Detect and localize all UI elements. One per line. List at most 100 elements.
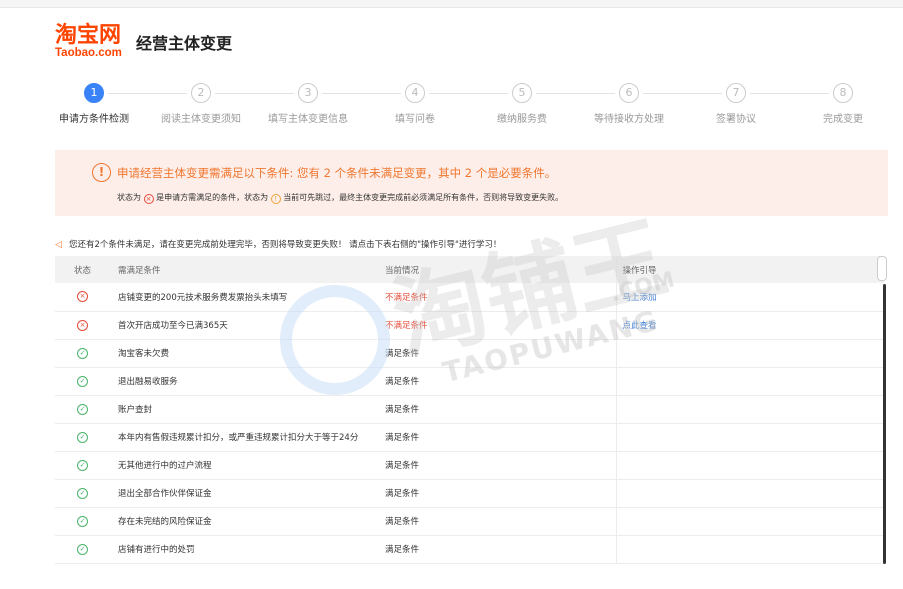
guide-cell: 马上添加 [616,283,884,312]
condition-cell: 账户查封 [110,395,379,424]
guide-cell [616,367,884,396]
step-7: 7 签署协议 [686,83,786,125]
condition-cell: 首次开店成功至今已满365天 [110,311,379,340]
table-row: × 首次开店成功至今已满365天 不满足条件 点此查看 [55,311,884,340]
table-row: ✓ 退出融易收服务 满足条件 [55,367,884,396]
status-cell: × [55,283,110,312]
alert-sub-b: 是申请方需满足的条件，状态为 [156,193,269,202]
check-icon: ✓ [77,487,88,499]
step-number: 4 [405,83,425,103]
current-cell: 不满足条件 [379,311,617,340]
scrollbar-top-button[interactable] [877,256,887,281]
guide-link[interactable]: 点此查看 [623,321,657,331]
header-guide: 操作引导 [616,256,884,283]
alert-sub-c: 当前可先跳过，最终主体变更完成前必须满足所有条件，否则将导致变更失败。 [283,193,564,202]
step-number: 7 [726,83,746,103]
current-cell: 满足条件 [379,367,617,396]
step-number: 2 [191,83,211,103]
current-cell: 满足条件 [379,507,617,536]
check-icon: ✓ [77,431,88,443]
progress-steps: 1 申请方条件检测 2 阅读主体变更须知 3 填写主体变更信息 4 填写问卷 5 缴纳服务费 6 等待… [55,83,888,125]
current-cell: 满足条件 [379,339,617,368]
fail-status-icon: × [143,194,154,204]
step-1: 1 申请方条件检测 [44,83,144,125]
current-cell: 满足条件 [379,423,617,452]
header-current: 当前情况 [379,256,617,283]
step-label: 缴纳服务费 [497,114,547,125]
table-scrollbar[interactable] [876,256,888,565]
step-3: 3 填写主体变更信息 [258,83,358,125]
page-title: 经营主体变更 [136,34,233,53]
guide-cell [616,479,884,508]
condition-cell: 店铺有进行中的处罚 [110,535,379,564]
status-cell: ✓ [55,535,110,564]
check-icon: ✓ [77,375,88,387]
step-number: 1 [84,83,104,103]
guide-cell [616,395,884,424]
current-cell: 满足条件 [379,451,617,480]
check-icon: ✓ [77,543,88,555]
table-header-row: 状态 需满足条件 当前情况 操作引导 [55,256,884,283]
table-row: × 店铺变更的200元技术服务费发票抬头未填写 不满足条件 马上添加 [55,283,884,312]
condition-alert: ! 申请经营主体变更需满足以下条件: 您有 2 个条件未满足变更，其中 2 个是… [55,150,888,216]
status-cell: ✓ [55,367,110,396]
step-label: 等待接收方处理 [594,114,664,125]
current-cell: 不满足条件 [379,283,617,312]
step-2: 2 阅读主体变更须知 [151,83,251,125]
step-label: 填写问卷 [395,114,435,125]
guide-cell: 点此查看 [616,311,884,340]
status-cell: ✓ [55,507,110,536]
status-cell: ✓ [55,339,110,368]
step-label: 申请方条件检测 [59,114,129,125]
guide-cell [616,507,884,536]
warning-status-icon: ! [270,194,281,204]
table-row: ✓ 店铺有进行中的处罚 满足条件 [55,535,884,564]
check-icon: ✓ [77,347,88,359]
alert-sub-text: 状态为 × 是申请方需满足的条件，状态为 ! 当前可先跳过，最终主体变更完成前必… [117,192,563,204]
conditions-table: 状态 需满足条件 当前情况 操作引导 × 店铺变更的200元技术服务费发票抬头未填… [55,256,884,564]
fail-icon: × [77,319,88,331]
guide-cell [616,451,884,480]
header-status: 状态 [55,256,110,283]
current-cell: 满足条件 [379,535,617,564]
condition-cell: 存在未完结的风险保证金 [110,507,379,536]
guide-cell [616,423,884,452]
status-cell: ✓ [55,423,110,452]
current-cell: 满足条件 [379,395,617,424]
logo-cn-text: 淘宝网 [55,22,122,48]
condition-cell: 退出全部合作伙伴保证金 [110,479,379,508]
step-number: 8 [833,83,853,103]
fail-icon: × [77,291,88,303]
table-row: ✓ 无其他进行中的过户流程 满足条件 [55,451,884,480]
notice-line: ◁ 您还有2个条件未满足，请在变更完成前处理完毕，否则将导致变更失败！ 请点击下表… [55,238,501,250]
step-4: 4 填写问卷 [365,83,465,125]
status-cell: ✓ [55,395,110,424]
step-number: 6 [619,83,639,103]
alert-sub-a: 状态为 [117,193,141,202]
step-6: 6 等待接收方处理 [579,83,679,125]
guide-link[interactable]: 马上添加 [623,293,657,303]
check-icon: ✓ [77,515,88,527]
table-row: ✓ 存在未完结的风险保证金 满足条件 [55,507,884,536]
table-row: ✓ 本年内有售假违规累计扣分，或严重违规累计扣分大于等于24分 满足条件 [55,423,884,452]
info-icon: ! [92,163,111,182]
top-nav-bar [0,0,903,8]
status-cell: × [55,311,110,340]
notice-text: 您还有2个条件未满足，请在变更完成前处理完毕，否则将导致变更失败！ 请点击下表右… [69,240,502,250]
logo-en-text: Taobao.com [55,47,122,59]
step-8: 8 完成变更 [793,83,893,125]
step-label: 填写主体变更信息 [268,114,348,125]
condition-cell: 退出融易收服务 [110,367,379,396]
taobao-logo[interactable]: 淘宝网 Taobao.com [55,24,129,59]
scrollbar-track[interactable] [883,284,886,564]
table-body: × 店铺变更的200元技术服务费发票抬头未填写 不满足条件 马上添加 × 首次开店成功至今… [55,283,884,564]
step-number: 3 [298,83,318,103]
table-row: ✓ 退出全部合作伙伴保证金 满足条件 [55,479,884,508]
step-number: 5 [512,83,532,103]
alert-main-text: 申请经营主体变更需满足以下条件: 您有 2 个条件未满足变更，其中 2 个是必要… [117,166,557,180]
step-label: 阅读主体变更须知 [161,114,241,125]
condition-cell: 无其他进行中的过户流程 [110,451,379,480]
speaker-icon: ◁ [55,240,62,250]
conditions-table-wrapper[interactable]: 状态 需满足条件 当前情况 操作引导 × 店铺变更的200元技术服务费发票抬头未填… [55,256,884,565]
condition-cell: 本年内有售假违规累计扣分，或严重违规累计扣分大于等于24分 [110,423,379,452]
